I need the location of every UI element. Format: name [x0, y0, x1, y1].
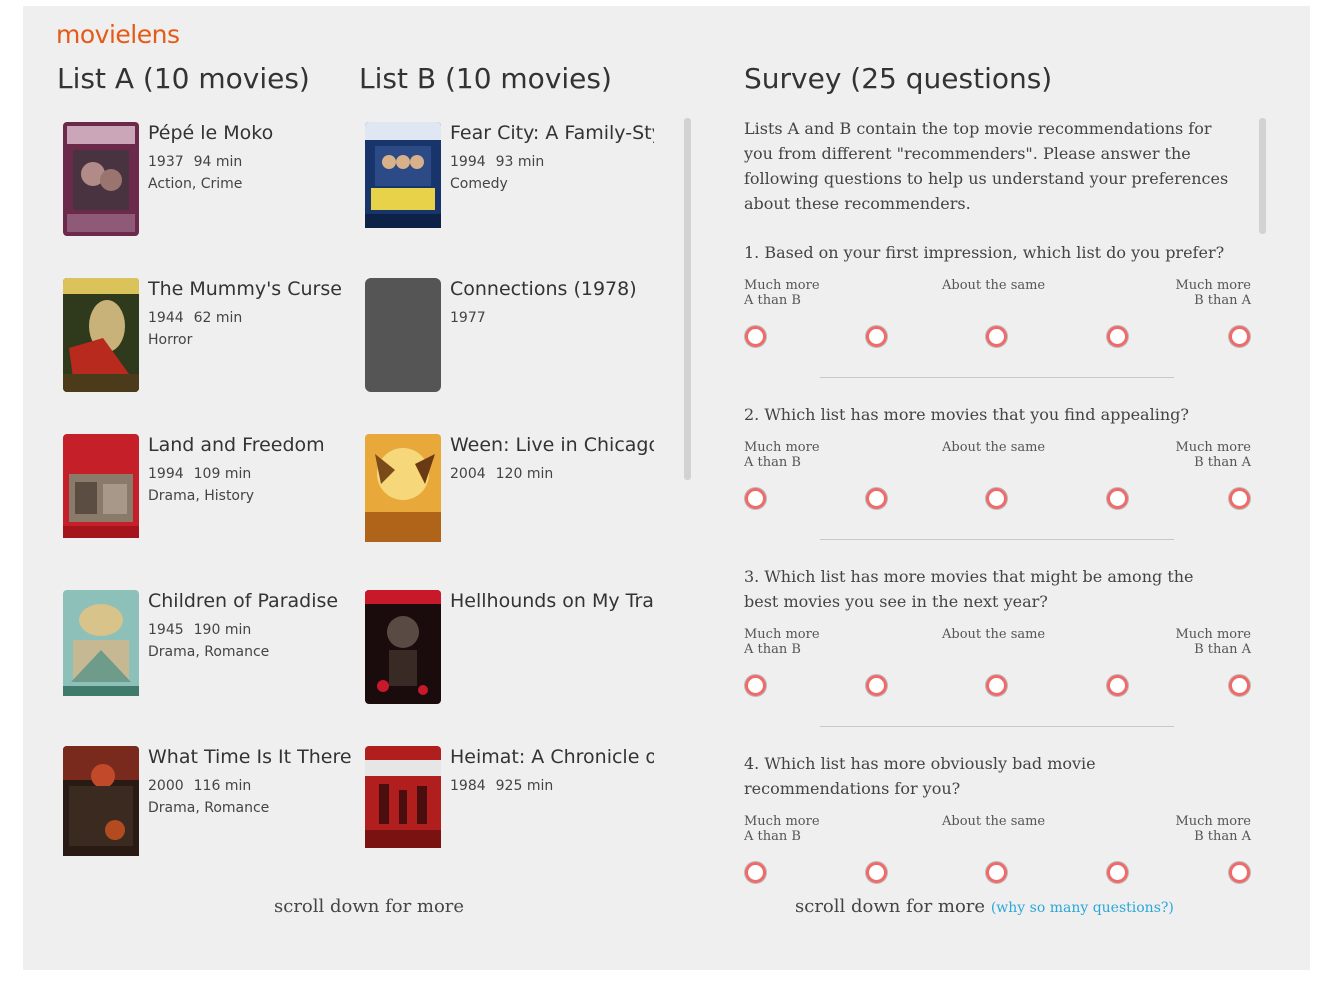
- list-b-movie-4[interactable]: Hellhounds on My Trail: [365, 590, 665, 710]
- q1-option-5-radio[interactable]: [1229, 326, 1250, 347]
- question-text: 4. Which list has more obviously bad mov…: [744, 754, 1096, 798]
- q4-option-1-radio[interactable]: [745, 862, 766, 883]
- survey-question-3: 3. Which list has more movies that might…: [744, 564, 1264, 696]
- movie-meta: 1984 925 min: [450, 778, 554, 794]
- movie-genres: Comedy: [450, 176, 508, 192]
- survey-title: Survey (25 questions): [744, 62, 1053, 95]
- movie-genres: Drama, History: [148, 488, 255, 504]
- scale-label-b: Much more B than A: [1175, 278, 1251, 308]
- movie-poster[interactable]: [63, 122, 139, 236]
- q3-option-4-radio[interactable]: [1107, 675, 1128, 696]
- survey-question-1: 1. Based on your first impression, which…: [744, 240, 1264, 347]
- movie-meta: 2000 116 min: [148, 778, 252, 794]
- list-a-movie-2[interactable]: The Mummy's Curse 1944 62 min Horror: [63, 278, 363, 398]
- movie-poster[interactable]: [63, 434, 139, 548]
- list-b-title: List B (10 movies): [359, 62, 612, 95]
- movie-poster[interactable]: [365, 122, 441, 236]
- q3-option-1-radio[interactable]: [745, 675, 766, 696]
- scale-label-b: Much more B than A: [1175, 814, 1251, 844]
- movie-poster[interactable]: [365, 590, 441, 704]
- q2-option-5-radio[interactable]: [1229, 488, 1250, 509]
- movie-poster[interactable]: [365, 434, 441, 548]
- q2-option-2-radio[interactable]: [866, 488, 887, 509]
- movie-meta: 1945 190 min: [148, 622, 252, 638]
- lists-scrollbar[interactable]: [684, 118, 691, 480]
- list-a-movie-1[interactable]: Pépé le Moko 1937 94 min Action, Crime: [63, 122, 363, 242]
- movie-meta: 1994 109 min: [148, 466, 252, 482]
- list-b-movie-1[interactable]: Fear City: A Family-Sty 1994 93 min Comed…: [365, 122, 665, 242]
- why-so-many-questions-link[interactable]: (why so many questions?): [991, 900, 1174, 916]
- movie-title[interactable]: Land and Freedom: [148, 434, 352, 456]
- q1-option-1-radio[interactable]: [745, 326, 766, 347]
- movielens-logo[interactable]: movielens: [56, 20, 180, 49]
- movie-title[interactable]: Children of Paradise: [148, 590, 352, 612]
- q1-option-2-radio[interactable]: [866, 326, 887, 347]
- question-divider: [820, 726, 1174, 727]
- q4-option-3-radio[interactable]: [986, 862, 1007, 883]
- question-divider: [820, 377, 1174, 378]
- movie-poster[interactable]: [365, 746, 441, 860]
- movie-genres: Drama, Romance: [148, 644, 270, 660]
- movie-poster[interactable]: [63, 278, 139, 392]
- list-b-movie-5[interactable]: Heimat: A Chronicle of 1984 925 min: [365, 746, 665, 866]
- movie-genres: Horror: [148, 332, 193, 348]
- scale-label-same: About the same: [942, 814, 1046, 829]
- movie-meta: 2004 120 min: [450, 466, 554, 482]
- scale-label-b: Much more B than A: [1175, 440, 1251, 470]
- scale-label-a: Much more A than B: [744, 278, 820, 308]
- scale-label-same: About the same: [942, 627, 1046, 642]
- q4-option-5-radio[interactable]: [1229, 862, 1250, 883]
- survey-intro: Lists A and B contain the top movie reco…: [744, 119, 1229, 213]
- scale-label-a: Much more A than B: [744, 440, 820, 470]
- movie-title[interactable]: Hellhounds on My Trail: [450, 590, 654, 612]
- movie-poster-placeholder[interactable]: [365, 278, 441, 392]
- scale-label-b: Much more B than A: [1175, 627, 1251, 657]
- list-a-title: List A (10 movies): [57, 62, 310, 95]
- scale-label-a: Much more A than B: [744, 814, 820, 844]
- q3-option-2-radio[interactable]: [866, 675, 887, 696]
- movie-title[interactable]: The Mummy's Curse: [148, 278, 352, 300]
- movie-genres: Drama, Romance: [148, 800, 270, 816]
- movie-title[interactable]: Ween: Live in Chicago: [450, 434, 654, 456]
- movie-meta: 1977: [450, 310, 486, 326]
- survey-question-2: 2. Which list has more movies that you f…: [744, 402, 1264, 509]
- movie-poster[interactable]: [63, 590, 139, 704]
- q3-option-3-radio[interactable]: [986, 675, 1007, 696]
- question-divider: [820, 539, 1174, 540]
- question-text: 2. Which list has more movies that you f…: [744, 405, 1189, 424]
- q2-option-1-radio[interactable]: [745, 488, 766, 509]
- movie-meta: 1994 93 min: [450, 154, 545, 170]
- q2-option-3-radio[interactable]: [986, 488, 1007, 509]
- q3-option-5-radio[interactable]: [1229, 675, 1250, 696]
- movie-title[interactable]: Heimat: A Chronicle of: [450, 746, 654, 768]
- list-b-movie-3[interactable]: Ween: Live in Chicago 2004 120 min: [365, 434, 665, 554]
- list-b-movie-2[interactable]: Connections (1978) 1977: [365, 278, 665, 398]
- q2-option-4-radio[interactable]: [1107, 488, 1128, 509]
- movie-title[interactable]: What Time Is It There?: [148, 746, 352, 768]
- movie-title[interactable]: Connections (1978): [450, 278, 654, 300]
- question-text: 3. Which list has more movies that might…: [744, 567, 1194, 611]
- q4-option-4-radio[interactable]: [1107, 862, 1128, 883]
- list-a-movie-3[interactable]: Land and Freedom 1994 109 min Drama, Hist…: [63, 434, 363, 554]
- scale-label-same: About the same: [942, 440, 1046, 455]
- movie-title[interactable]: Pépé le Moko: [148, 122, 352, 144]
- movie-title[interactable]: Fear City: A Family-Sty: [450, 122, 654, 144]
- survey-question-4: 4. Which list has more obviously bad mov…: [744, 751, 1264, 883]
- scale-label-a: Much more A than B: [744, 627, 820, 657]
- movie-poster[interactable]: [63, 746, 139, 860]
- list-a-movie-4[interactable]: Children of Paradise 1945 190 min Drama, …: [63, 590, 363, 710]
- q4-option-2-radio[interactable]: [866, 862, 887, 883]
- movie-genres: Action, Crime: [148, 176, 243, 192]
- survey-scroll-hint: scroll down for more (why so many questi…: [795, 896, 1174, 917]
- question-text: 1. Based on your first impression, which…: [744, 243, 1225, 262]
- survey-scroll-hint-text: scroll down for more: [795, 896, 986, 917]
- survey-scrollbar[interactable]: [1259, 118, 1266, 234]
- movie-meta: 1937 94 min: [148, 154, 243, 170]
- list-a-movie-5[interactable]: What Time Is It There? 2000 116 min Drama…: [63, 746, 363, 866]
- movie-meta: 1944 62 min: [148, 310, 243, 326]
- scale-label-same: About the same: [942, 278, 1046, 293]
- q1-option-3-radio[interactable]: [986, 326, 1007, 347]
- q1-option-4-radio[interactable]: [1107, 326, 1128, 347]
- lists-scroll-hint: scroll down for more: [274, 896, 465, 917]
